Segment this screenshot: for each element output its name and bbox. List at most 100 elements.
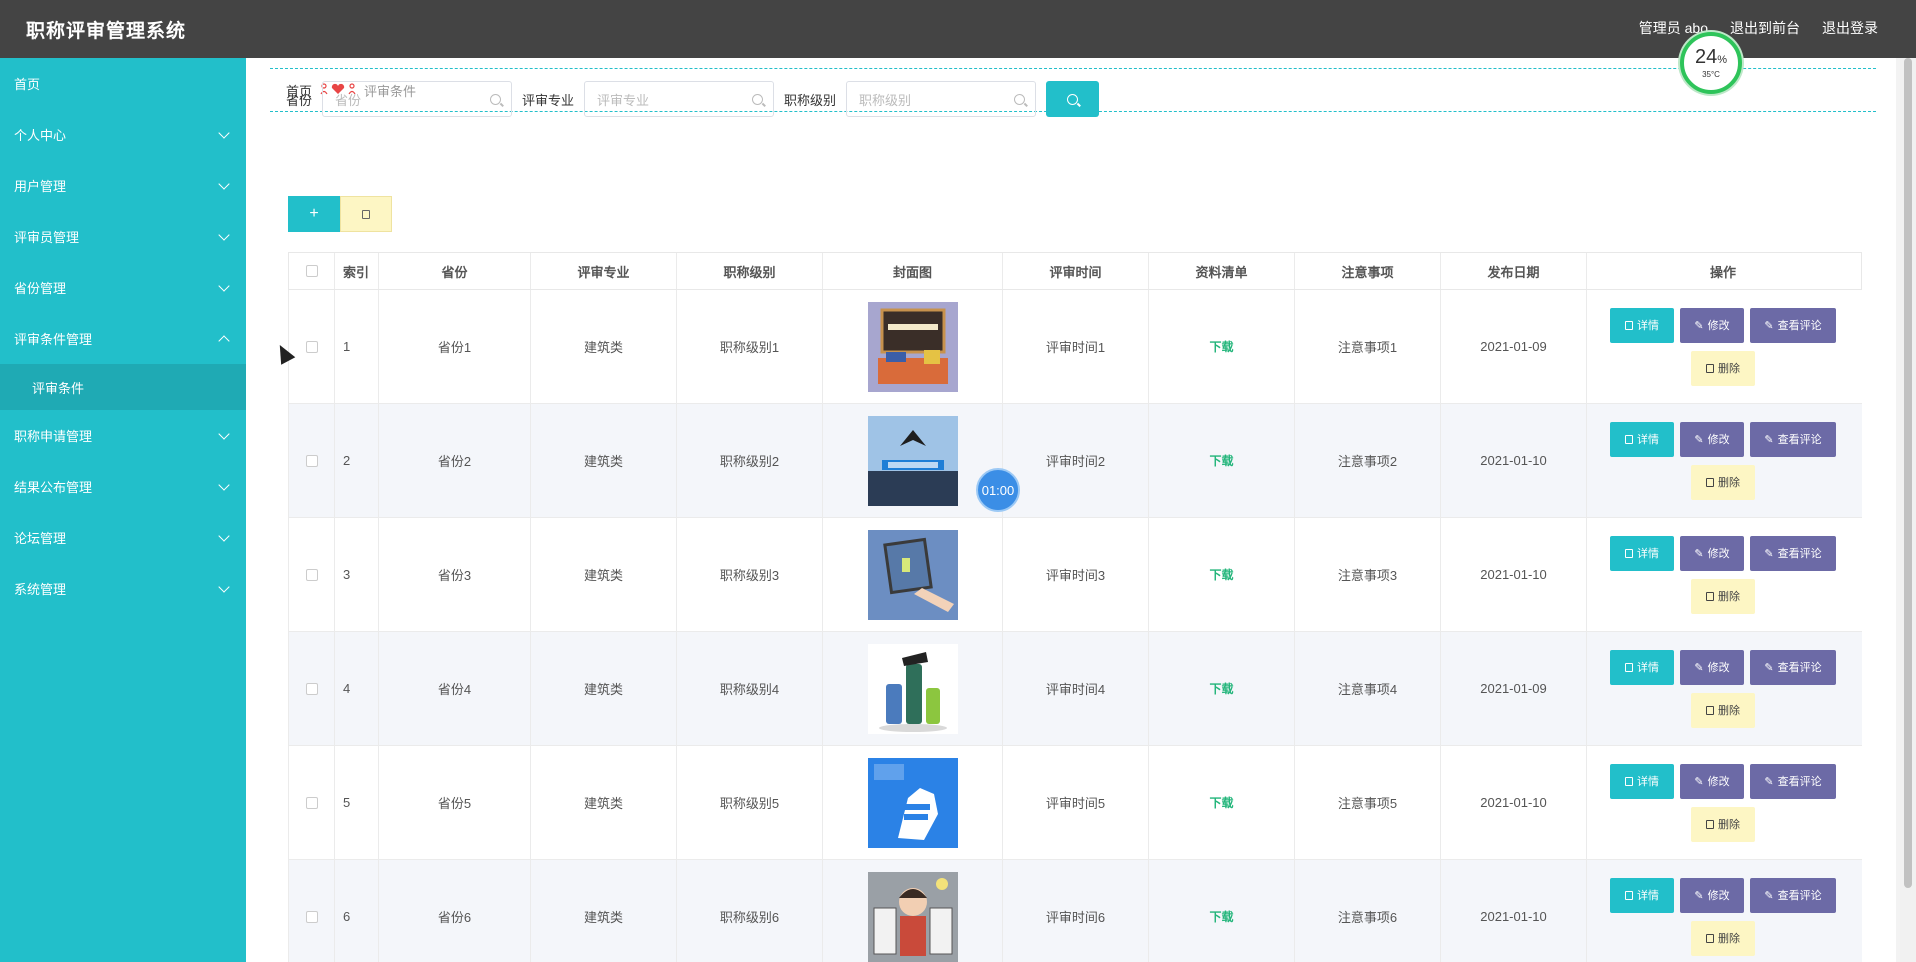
search-button[interactable] bbox=[1046, 81, 1100, 117]
timer-bubble[interactable]: 01:00 bbox=[976, 468, 1020, 512]
cell-actions: 详情 ✎ 修改 ✎ 查看评论 删除 bbox=[1587, 632, 1859, 745]
row-checkbox[interactable] bbox=[305, 796, 318, 809]
detail-button[interactable]: 详情 bbox=[1610, 535, 1674, 571]
view-comments-button[interactable]: ✎ 查看评论 bbox=[1750, 649, 1836, 685]
delete-button[interactable]: 删除 bbox=[1691, 920, 1755, 956]
sidebar-item-system-management[interactable]: 系统管理 bbox=[0, 563, 246, 614]
cell-publish-date: 2021-01-10 bbox=[1441, 746, 1587, 859]
edit-button[interactable]: ✎ 修改 bbox=[1680, 649, 1744, 685]
level-search-input[interactable]: 职称级别 bbox=[846, 81, 1037, 117]
row-checkbox[interactable] bbox=[305, 910, 318, 923]
delete-button[interactable]: 删除 bbox=[1691, 692, 1755, 728]
download-link[interactable]: 下载 bbox=[1209, 338, 1233, 355]
edit-button[interactable]: ✎ 修改 bbox=[1680, 763, 1744, 799]
major-search-input[interactable]: 评审专业 bbox=[584, 81, 775, 117]
detail-button[interactable]: 详情 bbox=[1610, 421, 1674, 457]
edit-button[interactable]: ✎ 修改 bbox=[1680, 877, 1744, 913]
edit-button[interactable]: ✎ 修改 bbox=[1680, 421, 1744, 457]
detail-button[interactable]: 详情 bbox=[1610, 877, 1674, 913]
cell-index: 4 bbox=[335, 632, 379, 745]
delete-button[interactable]: 删除 bbox=[1691, 806, 1755, 842]
chevron-down-icon bbox=[218, 529, 230, 542]
row-select-cell bbox=[289, 860, 335, 962]
sidebar-item-personal-center[interactable]: 个人中心 bbox=[0, 109, 246, 160]
detail-button[interactable]: 详情 bbox=[1610, 763, 1674, 799]
select-all-checkbox[interactable] bbox=[305, 265, 318, 277]
system-monitor-widget[interactable]: 24% 35°C bbox=[1680, 32, 1742, 94]
back-to-front-link[interactable]: 退出到前台 bbox=[1730, 18, 1800, 38]
header-province: 省份 bbox=[379, 253, 531, 289]
sidebar-item-user-management[interactable]: 用户管理 bbox=[0, 160, 246, 211]
pencil-icon: ✎ bbox=[1694, 319, 1704, 332]
sidebar: 首页 个人中心 用户管理 评审员管理 省份管理 评审条件管理 评审条件 职称申请… bbox=[0, 58, 246, 962]
edit-button[interactable]: ✎ 修改 bbox=[1680, 535, 1744, 571]
sidebar-item-forum-management[interactable]: 论坛管理 bbox=[0, 512, 246, 563]
sidebar-item-label: 个人中心 bbox=[14, 128, 67, 143]
sidebar-item-label: 评审员管理 bbox=[14, 230, 80, 245]
download-link[interactable]: 下载 bbox=[1209, 680, 1233, 697]
search-icon bbox=[1014, 93, 1026, 105]
row-checkbox[interactable] bbox=[305, 682, 318, 695]
row-checkbox[interactable] bbox=[305, 454, 318, 467]
header-material-list: 资料清单 bbox=[1149, 253, 1295, 289]
cell-review-time: 评审时间3 bbox=[1003, 518, 1149, 631]
sidebar-item-province-management[interactable]: 省份管理 bbox=[0, 262, 246, 313]
cell-review-time: 评审时间1 bbox=[1003, 290, 1149, 403]
search-icon bbox=[490, 93, 502, 105]
download-link[interactable]: 下载 bbox=[1209, 908, 1233, 925]
sidebar-item-label: 省份管理 bbox=[14, 281, 67, 296]
edit-button[interactable]: ✎ 修改 bbox=[1680, 307, 1744, 343]
sidebar-item-reviewer-management[interactable]: 评审员管理 bbox=[0, 211, 246, 262]
add-button[interactable]: + bbox=[288, 196, 340, 232]
cell-province: 省份5 bbox=[379, 746, 531, 859]
row-select-cell bbox=[289, 518, 335, 631]
pencil-icon: ✎ bbox=[1764, 889, 1774, 902]
sidebar-item-label: 用户管理 bbox=[14, 179, 67, 194]
cell-notes: 注意事项3 bbox=[1295, 518, 1441, 631]
view-comments-button[interactable]: ✎ 查看评论 bbox=[1750, 535, 1836, 571]
document-icon bbox=[1625, 776, 1633, 786]
sidebar-item-home[interactable]: 首页 bbox=[0, 58, 246, 109]
batch-delete-button[interactable] bbox=[340, 196, 392, 232]
level-label: 职称级别 bbox=[784, 92, 837, 108]
header-level: 职称级别 bbox=[677, 253, 823, 289]
trash-icon bbox=[1706, 705, 1714, 715]
cell-review-time: 评审时间5 bbox=[1003, 746, 1149, 859]
view-comments-button[interactable]: ✎ 查看评论 bbox=[1750, 877, 1836, 913]
delete-button[interactable]: 删除 bbox=[1691, 464, 1755, 500]
sidebar-item-result-announcement-management[interactable]: 结果公布管理 bbox=[0, 461, 246, 512]
trash-icon bbox=[1706, 363, 1714, 373]
sidebar-item-review-condition-management[interactable]: 评审条件管理 bbox=[0, 313, 246, 364]
chevron-down-icon bbox=[218, 126, 230, 139]
logout-link[interactable]: 退出登录 bbox=[1822, 18, 1878, 38]
download-link[interactable]: 下载 bbox=[1209, 566, 1233, 583]
view-comments-button[interactable]: ✎ 查看评论 bbox=[1750, 763, 1836, 799]
province-search-input[interactable]: 省份 bbox=[322, 81, 513, 117]
detail-button[interactable]: 详情 bbox=[1610, 649, 1674, 685]
row-checkbox[interactable] bbox=[305, 340, 318, 353]
cell-material-list: 下载 bbox=[1149, 746, 1295, 859]
chevron-down-icon bbox=[218, 177, 230, 190]
cell-publish-date: 2021-01-10 bbox=[1441, 404, 1587, 517]
scrollbar-thumb[interactable] bbox=[1904, 58, 1912, 888]
download-link[interactable]: 下载 bbox=[1209, 794, 1233, 811]
view-comments-button[interactable]: ✎ 查看评论 bbox=[1750, 307, 1836, 343]
delete-button[interactable]: 删除 bbox=[1691, 350, 1755, 386]
cell-material-list: 下载 bbox=[1149, 518, 1295, 631]
sidebar-item-title-application-management[interactable]: 职称申请管理 bbox=[0, 410, 246, 461]
download-link[interactable]: 下载 bbox=[1209, 452, 1233, 469]
cell-material-list: 下载 bbox=[1149, 860, 1295, 962]
cell-index: 6 bbox=[335, 860, 379, 962]
view-comments-button[interactable]: ✎ 查看评论 bbox=[1750, 421, 1836, 457]
trash-icon bbox=[1706, 477, 1714, 487]
cell-cover-image bbox=[823, 404, 1003, 517]
cell-level: 职称级别3 bbox=[677, 518, 823, 631]
sidebar-subitem-review-conditions[interactable]: 评审条件 bbox=[0, 364, 246, 410]
header-major: 评审专业 bbox=[531, 253, 677, 289]
cell-cover-image bbox=[823, 860, 1003, 962]
page-scrollbar[interactable] bbox=[1900, 58, 1916, 962]
row-checkbox[interactable] bbox=[305, 568, 318, 581]
detail-button[interactable]: 详情 bbox=[1610, 307, 1674, 343]
delete-button[interactable]: 删除 bbox=[1691, 578, 1755, 614]
pencil-icon: ✎ bbox=[1764, 661, 1774, 674]
